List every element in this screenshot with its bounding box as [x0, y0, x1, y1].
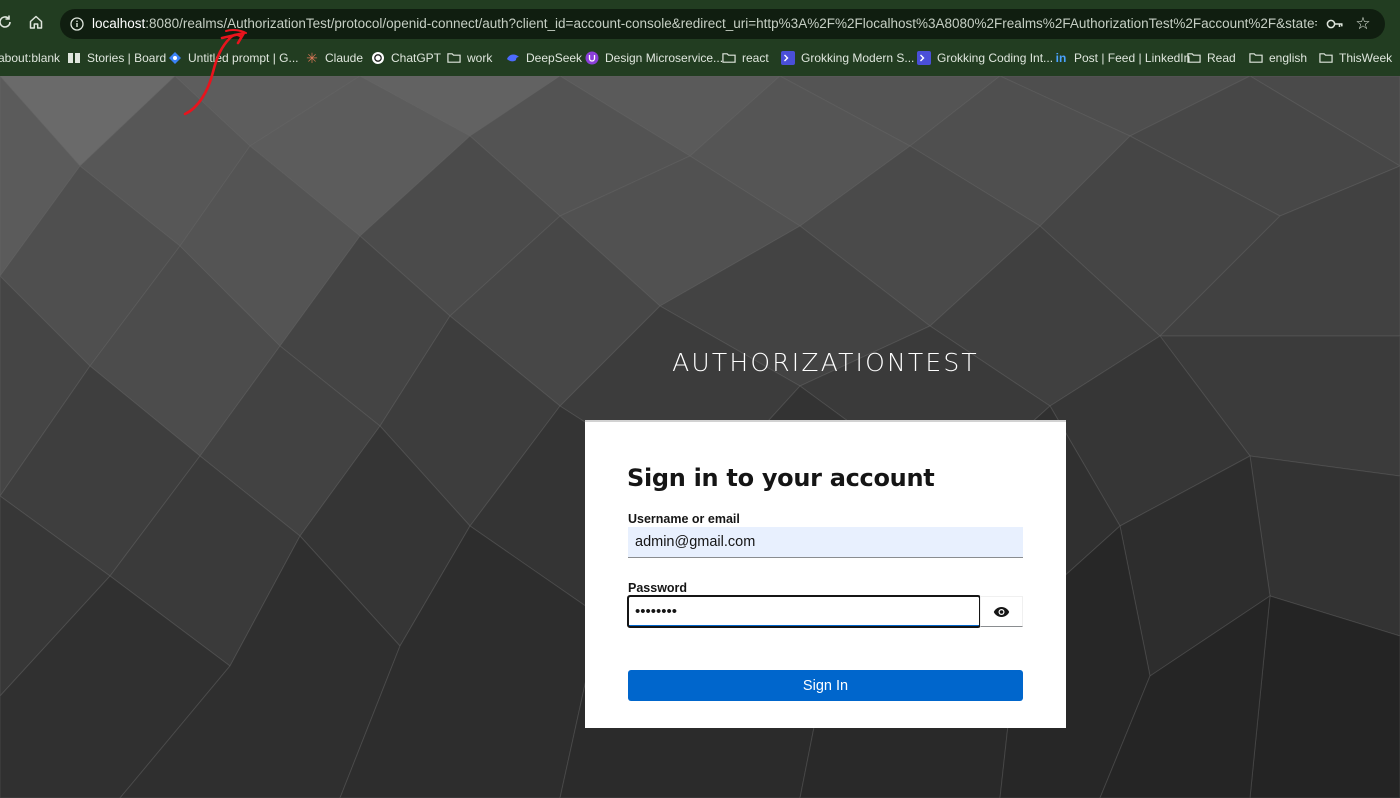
bookmark-item[interactable]: english — [1249, 49, 1307, 67]
bookmark-item[interactable]: DeepSeek — [506, 49, 582, 67]
bookmark-label: react — [742, 51, 769, 65]
bookmark-label: Read — [1207, 51, 1236, 65]
bookmark-item[interactable]: Design Microservice... — [585, 49, 723, 67]
browser-toolbar: localhost:8080/realms/AuthorizationTest/… — [0, 0, 1400, 44]
eye-icon — [993, 606, 1010, 617]
url-text[interactable]: localhost:8080/realms/AuthorizationTest/… — [92, 16, 1317, 32]
ai-studio-icon — [168, 51, 182, 65]
book-icon — [67, 51, 81, 65]
page-title: Sign in to your account — [627, 464, 935, 492]
login-page: AUTHORIZATIONTEST Sign in to your accoun… — [0, 76, 1400, 798]
folder-icon — [447, 51, 461, 65]
linkedin-icon: in — [1055, 51, 1067, 65]
bookmark-label: about:blank — [0, 51, 61, 65]
bookmark-item[interactable]: about:blank — [0, 49, 60, 67]
folder-icon — [722, 51, 736, 65]
username-label: Username or email — [628, 512, 740, 526]
bookmark-item[interactable]: work — [447, 49, 492, 67]
bookmark-label: Design Microservice... — [605, 51, 724, 65]
bookmark-label: Grokking Coding Int... — [937, 51, 1054, 65]
claude-icon: ✳ — [306, 49, 318, 66]
bookmark-item[interactable]: in Post | Feed | LinkedIn — [1054, 49, 1191, 67]
bookmark-label: Grokking Modern S... — [801, 51, 915, 65]
username-input[interactable] — [628, 527, 1023, 558]
bookmark-item[interactable]: ✳ Claude — [305, 49, 363, 67]
bookmark-item[interactable]: ThisWeek — [1319, 49, 1392, 67]
bookmark-item[interactable]: Untitled prompt | G... — [168, 49, 299, 67]
bookmark-label: ThisWeek — [1339, 51, 1393, 65]
url-path: :8080/realms/AuthorizationTest/protocol/… — [145, 16, 1317, 31]
address-bar[interactable]: localhost:8080/realms/AuthorizationTest/… — [60, 9, 1385, 39]
folder-icon — [1249, 51, 1263, 65]
chatgpt-icon — [371, 51, 385, 65]
bookmark-item[interactable]: ChatGPT — [371, 49, 441, 67]
bookmark-label: english — [1269, 51, 1308, 65]
terminal-icon — [781, 51, 795, 65]
browser-chrome: localhost:8080/realms/AuthorizationTest/… — [0, 0, 1400, 76]
url-host: localhost — [92, 16, 146, 31]
bookmark-item[interactable]: react — [722, 49, 769, 67]
bookmark-item[interactable]: Grokking Modern S... — [781, 49, 914, 67]
login-card: Sign in to your account Username or emai… — [585, 420, 1066, 728]
bookmark-label: DeepSeek — [526, 51, 583, 65]
folder-icon — [1187, 51, 1201, 65]
sign-in-button[interactable]: Sign In — [628, 670, 1023, 701]
bookmark-item[interactable]: Stories | Board — [67, 49, 166, 67]
bookmark-label: Claude — [325, 51, 364, 65]
bookmark-label: ChatGPT — [391, 51, 442, 65]
bookmark-item[interactable]: Grokking Coding Int... — [917, 49, 1053, 67]
course-icon — [585, 51, 599, 65]
bookmark-item[interactable]: Read — [1187, 49, 1236, 67]
deepseek-icon — [506, 51, 520, 65]
home-icon[interactable] — [25, 11, 47, 33]
password-input[interactable] — [627, 595, 981, 628]
bookmark-label: Untitled prompt | G... — [188, 51, 299, 65]
terminal-icon — [917, 51, 931, 65]
bookmark-star-icon[interactable]: ☆ — [1354, 15, 1372, 33]
password-label: Password — [628, 581, 688, 595]
bookmark-label: work — [467, 51, 493, 65]
password-key-icon[interactable] — [1326, 15, 1344, 33]
show-password-button[interactable] — [980, 596, 1023, 627]
realm-name: AUTHORIZATIONTEST — [672, 348, 979, 377]
bookmarks-bar: about:blank Stories | Board Untitled pro… — [0, 46, 1400, 70]
bookmark-label: Stories | Board — [87, 51, 167, 65]
site-info-icon[interactable] — [68, 15, 86, 33]
bookmark-label: Post | Feed | LinkedIn — [1074, 51, 1191, 65]
reload-icon[interactable] — [0, 11, 16, 33]
folder-icon — [1319, 51, 1333, 65]
